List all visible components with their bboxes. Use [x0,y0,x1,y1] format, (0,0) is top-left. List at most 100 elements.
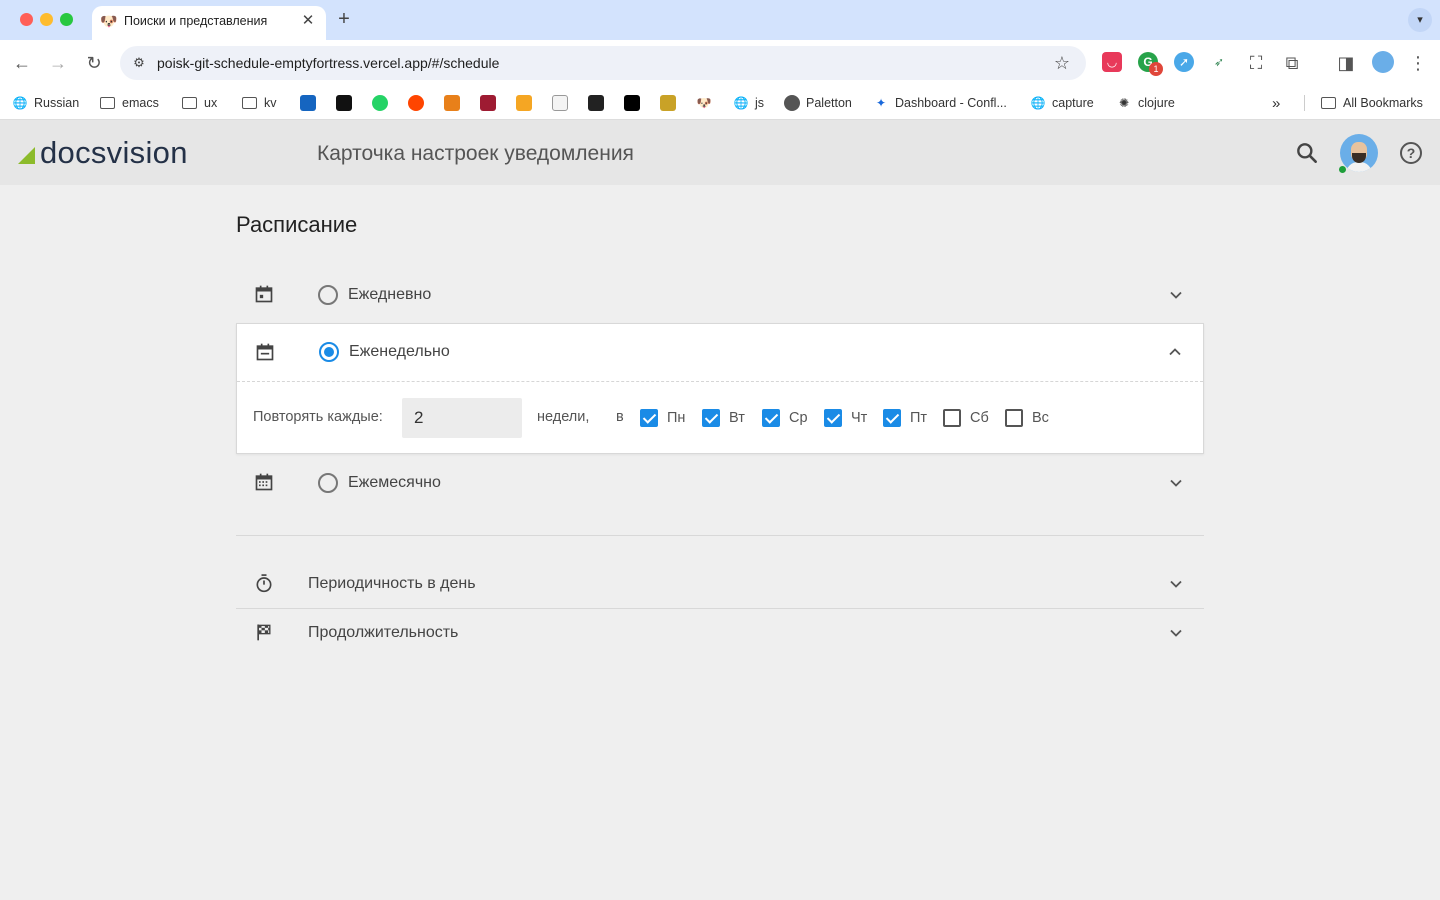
daily-radio[interactable] [318,285,338,305]
weekly-divider [237,381,1203,382]
online-status-dot [1338,165,1347,174]
bookmark-capture[interactable]: 🌐 capture [1030,93,1094,113]
window-close-button[interactable] [20,13,33,26]
weekly-label: Еженедельно [349,343,450,360]
site-settings-icon[interactable]: ⚙ [128,52,150,74]
day-checkbox-thu[interactable]: Чт [824,408,867,428]
bookmark-paletton[interactable]: Paletton [784,93,852,113]
url-text[interactable]: poisk-git-schedule-emptyfortress.vercel.… [157,55,499,71]
tab-search-chevron-icon[interactable]: ▾ [1408,8,1432,32]
bookmark-reddit[interactable] [408,93,424,113]
browser-menu-icon[interactable]: ⋮ [1406,51,1430,75]
bookmark-dog[interactable]: 🐶 [696,93,718,113]
monthly-radio[interactable] [318,473,338,493]
repeat-weeks-input[interactable] [402,398,522,438]
schedule-option-weekly: Еженедельно Повторять каждые: недели, в … [236,323,1204,454]
section-duration[interactable]: Продолжительность [236,613,1204,653]
bookmark-c[interactable] [336,93,352,113]
bookmark-label: capture [1052,96,1094,110]
bookmark-js[interactable]: 🌐 js [733,93,765,113]
bookmark-label: kv [264,96,277,110]
bookmark-clojure[interactable]: ✺ clojure [1116,93,1175,113]
help-icon[interactable]: ? [1400,142,1422,164]
chevron-down-icon[interactable] [1166,473,1186,493]
new-tab-button[interactable]: + [333,8,355,30]
bookmark-folder-kv[interactable]: kv [242,93,277,113]
bookmark-pixel[interactable] [660,93,676,113]
window-maximize-button[interactable] [60,13,73,26]
browser-tab-active[interactable]: 🐶 Поиски и представления ✕ [92,6,326,40]
bookmark-folder-ux[interactable]: ux [182,93,217,113]
tab-close-icon[interactable]: ✕ [298,11,318,31]
bookmark-label: Paletton [806,96,852,110]
day-checkbox-wed[interactable]: Ср [762,408,808,428]
checkered-flag-icon [257,624,271,641]
back-arrow-icon[interactable]: ← [10,51,34,75]
day-checkbox-sun[interactable]: Вс [1005,408,1049,428]
bookmarks-overflow-icon[interactable]: » [1272,93,1280,113]
bookmark-label: js [755,96,765,110]
chevron-down-icon[interactable] [1166,623,1186,643]
checkbox-checked[interactable] [824,409,842,427]
bookmark-yc[interactable] [552,93,568,113]
day-checkbox-sat[interactable]: Сб [943,408,989,428]
profile-avatar-icon[interactable] [1372,51,1394,73]
flag-icon [480,95,496,111]
day-label: Пт [910,410,928,426]
checkbox-checked[interactable] [883,409,901,427]
bookmark-whatsapp[interactable] [372,93,388,113]
docsvision-logo[interactable]: docsvision [18,136,188,170]
checkbox-unchecked[interactable] [943,409,961,427]
checkbox-checked[interactable] [702,409,720,427]
bookmark-flag[interactable] [480,93,496,113]
chevron-down-icon[interactable] [1166,285,1186,305]
bookmark-orange[interactable] [444,93,460,113]
schedule-option-monthly[interactable]: Ежемесячно [236,463,1204,503]
all-bookmarks-button[interactable]: All Bookmarks [1321,93,1423,113]
tab-title: Поиски и представления [124,14,268,28]
bookmark-folder-emacs[interactable]: emacs [100,93,159,113]
chevron-up-icon[interactable] [1165,342,1185,362]
bird-extension-icon[interactable]: ➶ [1209,52,1229,72]
day-checkbox-mon[interactable]: Пн [640,408,685,428]
bookmark-confluence[interactable]: ✦ Dashboard - Confl... [873,93,1007,113]
bookmark-medium[interactable] [624,93,640,113]
screenshot-icon[interactable]: ⛶ [1244,51,1268,75]
forward-arrow-icon[interactable]: → [46,51,70,75]
day-checkbox-fri[interactable]: Пт [883,408,927,428]
checkbox-unchecked[interactable] [1005,409,1023,427]
bookmark-m[interactable] [588,93,604,113]
side-panel-icon[interactable]: ◨ [1334,51,1358,75]
app-header [0,120,1440,185]
address-bar[interactable]: ⚙ poisk-git-schedule-emptyfortress.verce… [120,46,1086,80]
chevron-down-icon[interactable] [1166,574,1186,594]
orange-app-icon [444,95,460,111]
reddit-icon [408,95,424,111]
day-label: Пн [667,410,686,426]
day-checkbox-tue[interactable]: Вт [702,408,745,428]
bookmark-share[interactable] [516,93,532,113]
day-label: Чт [851,410,868,426]
search-icon[interactable] [1294,140,1320,166]
schedule-option-daily[interactable]: Ежедневно [236,275,1204,315]
pocket-extension-icon[interactable]: ◡ [1102,52,1122,72]
weekly-radio[interactable] [319,342,339,362]
section-divider [236,535,1204,536]
bookmark-outlook[interactable] [300,93,316,113]
share-icon [516,95,532,111]
window-minimize-button[interactable] [40,13,53,26]
day-label: Вт [729,410,745,426]
bookmark-star-icon[interactable]: ☆ [1050,51,1074,75]
bookmark-label: Russian [34,96,80,110]
pixel-icon [660,95,676,111]
bookmark-russian[interactable]: 🌐 Russian [12,93,80,113]
extensions-puzzle-icon[interactable]: ⧉ [1280,51,1304,75]
browser-toolbar: ← → ↻ ⚙ poisk-git-schedule-emptyfortress… [0,40,1440,86]
section-daily-periodicity[interactable]: Периодичность в день [236,564,1204,604]
periodicity-label: Периодичность в день [308,575,476,592]
checkbox-checked[interactable] [640,409,658,427]
m-app-icon [588,95,604,111]
compass-extension-icon[interactable]: ➚ [1174,52,1194,72]
reload-icon[interactable]: ↻ [82,51,106,75]
checkbox-checked[interactable] [762,409,780,427]
